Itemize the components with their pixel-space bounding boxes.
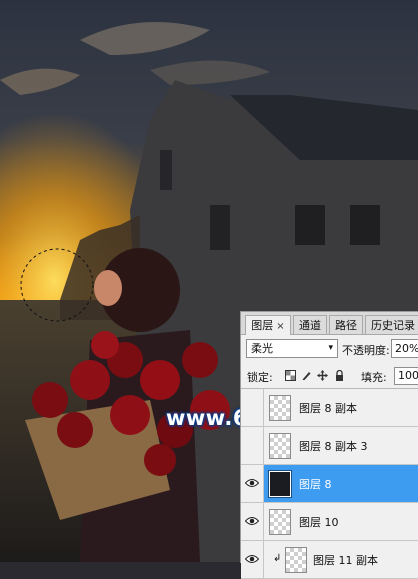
layer-name: 图层 8 副本 bbox=[299, 402, 357, 415]
layer-name: 图层 8 bbox=[299, 478, 332, 491]
panel-tabs: 图层 × 通道 路径 历史记录 bbox=[241, 312, 418, 335]
lock-image-pixels-icon[interactable] bbox=[301, 370, 312, 381]
lock-position-icon[interactable] bbox=[317, 370, 328, 381]
tab-close-icon[interactable]: × bbox=[276, 321, 284, 332]
lock-transparent-pixels-icon[interactable] bbox=[285, 370, 296, 381]
tab-label: 图层 bbox=[251, 319, 274, 332]
layer-thumbnail bbox=[285, 547, 307, 573]
lock-label: 锁定: bbox=[247, 371, 273, 384]
layer-thumbnail bbox=[268, 470, 292, 498]
fill-input[interactable]: 100% bbox=[394, 367, 418, 385]
layer-row[interactable]: 图层 10 bbox=[241, 503, 418, 541]
building-window bbox=[210, 205, 230, 250]
layer-row[interactable]: ↲ 图层 11 副本 bbox=[241, 541, 418, 579]
tab-paths[interactable]: 路径 bbox=[329, 315, 363, 334]
blend-row: 柔光 ▾ 不透明度: 20% bbox=[241, 336, 418, 362]
visibility-toggle[interactable] bbox=[241, 389, 264, 426]
building-window bbox=[295, 205, 325, 245]
fill-label: 填充: bbox=[361, 371, 387, 384]
visibility-toggle[interactable] bbox=[241, 427, 264, 464]
layer-row[interactable]: 图层 8 副本 bbox=[241, 389, 418, 427]
layer-row[interactable]: 图层 8 副本 3 bbox=[241, 427, 418, 465]
opacity-input[interactable]: 20% bbox=[391, 339, 418, 358]
clipping-mask-icon: ↲ bbox=[273, 553, 282, 564]
visibility-toggle[interactable] bbox=[241, 503, 264, 540]
visibility-toggle[interactable] bbox=[241, 541, 264, 578]
lock-row: 锁定: 填充: 100% bbox=[241, 364, 418, 389]
layer-name: 图层 11 副本 bbox=[313, 554, 378, 567]
layer-thumbnail bbox=[269, 395, 291, 421]
layer-thumbnail bbox=[269, 509, 291, 535]
layers-panel: 图层 × 通道 路径 历史记录 柔光 ▾ 不透明度: 20% 锁定: 填充: 10… bbox=[240, 311, 418, 579]
lock-all-icon[interactable] bbox=[334, 370, 345, 381]
eye-icon bbox=[245, 555, 259, 563]
blend-mode-select[interactable]: 柔光 ▾ bbox=[246, 339, 338, 358]
visibility-toggle[interactable] bbox=[241, 465, 264, 502]
chevron-down-icon: ▾ bbox=[328, 343, 333, 353]
layer-name: 图层 8 副本 3 bbox=[299, 440, 368, 453]
tab-layers[interactable]: 图层 × bbox=[245, 315, 291, 335]
opacity-label: 不透明度: bbox=[342, 344, 390, 357]
layer-row-selected[interactable]: 图层 8 bbox=[241, 465, 418, 503]
tab-channels[interactable]: 通道 bbox=[293, 315, 327, 334]
building-window bbox=[160, 150, 172, 190]
building-window bbox=[350, 205, 380, 245]
eye-icon bbox=[245, 479, 259, 487]
tab-history[interactable]: 历史记录 bbox=[365, 315, 418, 334]
layer-name: 图层 10 bbox=[299, 516, 339, 529]
woman-face bbox=[94, 270, 122, 306]
eye-icon bbox=[245, 517, 259, 525]
blend-mode-value: 柔光 bbox=[251, 342, 273, 355]
layer-thumbnail bbox=[269, 433, 291, 459]
